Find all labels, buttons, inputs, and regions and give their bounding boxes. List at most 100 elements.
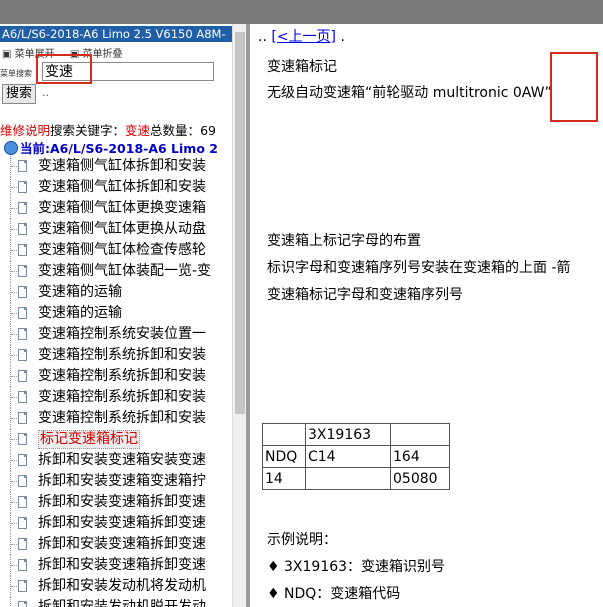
summary-count-label: 总数量：	[150, 123, 201, 138]
tree-connector	[11, 502, 17, 503]
tree-item[interactable]: 变速箱控制系统拆卸和安装	[0, 366, 232, 387]
marking-table: 3X19163 NDQ C14 164 14 05080	[262, 423, 450, 490]
table-row: 14 05080	[262, 467, 450, 490]
tree-item[interactable]: 拆卸和安装变速箱拆卸变速	[0, 513, 232, 534]
section-title: 变速箱标记	[267, 59, 337, 75]
document-icon	[18, 349, 27, 361]
scrollbar-thumb[interactable]	[235, 32, 245, 414]
window-title-bar	[0, 0, 603, 24]
prev-suffix: .	[340, 29, 345, 45]
table-row: 3X19163	[262, 423, 450, 446]
tree-item[interactable]: 拆卸和安装发动机脱开发动	[0, 597, 232, 607]
document-icon	[18, 370, 27, 382]
document-icon	[18, 391, 27, 403]
tree-connector	[11, 187, 17, 188]
tree-item[interactable]: 变速箱控制系统拆卸和安装	[0, 345, 232, 366]
document-icon	[18, 412, 27, 424]
tree-item-label[interactable]: 拆卸和安装变速箱变速箱拧	[38, 471, 206, 492]
document-icon	[18, 307, 27, 319]
table-cell	[390, 423, 450, 446]
tree-connector	[11, 523, 17, 524]
tree-item[interactable]: 变速箱控制系统拆卸和安装	[0, 408, 232, 429]
table-cell	[305, 467, 391, 490]
tree-connector	[11, 292, 17, 293]
tree-item-label[interactable]: 变速箱侧气缸体装配一览-变	[38, 261, 211, 282]
tree-connector	[11, 250, 17, 251]
search-button[interactable]: 搜索	[2, 84, 36, 104]
tree-item[interactable]: 标记变速箱标记	[0, 429, 232, 450]
document-icon	[18, 202, 27, 214]
tree-connector	[11, 229, 17, 230]
highlight-box-code	[550, 52, 598, 122]
search-label: 菜单搜索	[0, 69, 32, 78]
left-scrollbar[interactable]	[232, 24, 247, 607]
tree-item[interactable]: 拆卸和安装变速箱拆卸变速	[0, 555, 232, 576]
tree-connector	[11, 355, 17, 356]
search-summary: 维修说明搜索关键字：变速总数量：69	[0, 120, 216, 139]
tree-item[interactable]: 变速箱侧气缸体拆卸和安装	[0, 177, 232, 198]
tree-item[interactable]: 变速箱侧气缸体装配一览-变	[0, 261, 232, 282]
tree-item-label[interactable]: 拆卸和安装变速箱拆卸变速	[38, 534, 206, 555]
tree-item-label[interactable]: 拆卸和安装发动机将发动机	[38, 576, 206, 597]
summary-middle: 搜索关键字：	[50, 123, 126, 138]
result-tree: 变速箱侧气缸体拆卸和安装 变速箱侧气缸体拆卸和安装 变速箱侧气缸体更换变速箱 变速箱侧…	[0, 156, 232, 607]
globe-icon	[4, 141, 18, 155]
tree-item-label[interactable]: 变速箱控制系统拆卸和安装	[38, 387, 206, 408]
marking-layout-text: 变速箱上标记字母的布置	[267, 233, 421, 249]
current-node-label: 当前:A6/L/S6-2018-A6 Limo 2	[20, 141, 218, 156]
search-dots: ..	[42, 86, 49, 99]
example-title: 示例说明：	[267, 532, 337, 548]
current-node[interactable]: 当前:A6/L/S6-2018-A6 Limo 2	[4, 138, 218, 157]
table-row: NDQ C14 164	[262, 445, 450, 468]
tree-item-label[interactable]: 拆卸和安装变速箱拆卸变速	[38, 513, 206, 534]
tree-connector	[11, 208, 17, 209]
tree-item-label[interactable]: 拆卸和安装变速箱拆卸变速	[38, 555, 206, 576]
tree-connector	[11, 586, 17, 587]
tree-item[interactable]: 变速箱侧气缸体更换从动盘	[0, 219, 232, 240]
tree-item-label[interactable]: 变速箱控制系统拆卸和安装	[38, 408, 206, 429]
tree-item-label[interactable]: 变速箱侧气缸体拆卸和安装	[38, 156, 206, 177]
content-pane: .. [<上一页] . 变速箱标记 无级自动变速箱“前轮驱动 multitron…	[250, 24, 603, 607]
tree-item-label[interactable]: 变速箱控制系统拆卸和安装	[38, 345, 206, 366]
tree-item-label[interactable]: 变速箱侧气缸体更换从动盘	[38, 219, 206, 240]
tree-item-label[interactable]: 拆卸和安装变速箱安装变速	[38, 450, 206, 471]
tree-item[interactable]: 拆卸和安装变速箱安装变速	[0, 450, 232, 471]
tree-connector	[11, 418, 17, 419]
tree-connector	[11, 544, 17, 545]
tree-connector	[11, 439, 17, 440]
tree-item[interactable]: 拆卸和安装变速箱拆卸变速	[0, 492, 232, 513]
document-icon	[18, 286, 27, 298]
tree-item[interactable]: 拆卸和安装变速箱变速箱拧	[0, 471, 232, 492]
tree-item-label[interactable]: 拆卸和安装发动机脱开发动	[38, 597, 206, 607]
tree-item[interactable]: 拆卸和安装发动机将发动机	[0, 576, 232, 597]
tree-item-label[interactable]: 拆卸和安装变速箱拆卸变速	[38, 492, 206, 513]
tree-item[interactable]: 变速箱控制系统拆卸和安装	[0, 387, 232, 408]
tree-item-label[interactable]: 变速箱的运输	[38, 303, 122, 324]
tree-item-label[interactable]: 变速箱控制系统安装位置一	[38, 324, 206, 345]
tree-item-label[interactable]: 标记变速箱标记	[38, 430, 140, 449]
table-cell: NDQ	[262, 445, 306, 468]
tree-item[interactable]: 变速箱的运输	[0, 303, 232, 324]
prev-page-link[interactable]: [<上一页]	[271, 29, 336, 45]
tree-item-label[interactable]: 变速箱侧气缸体更换变速箱	[38, 198, 206, 219]
summary-keyword: 变速	[125, 123, 151, 138]
tree-item[interactable]: 变速箱控制系统安装位置一	[0, 324, 232, 345]
tree-item[interactable]: 变速箱侧气缸体更换变速箱	[0, 198, 232, 219]
tree-item[interactable]: 变速箱侧气缸体拆卸和安装	[0, 156, 232, 177]
tree-item-label[interactable]: 变速箱侧气缸体拆卸和安装	[38, 177, 206, 198]
tree-item[interactable]: 变速箱侧气缸体检查传感轮	[0, 240, 232, 261]
tree-item[interactable]: 拆卸和安装变速箱拆卸变速	[0, 534, 232, 555]
document-icon	[18, 244, 27, 256]
tree-connector	[11, 166, 17, 167]
table-cell: 3X19163	[305, 423, 391, 446]
example-bullet: ♦ 3X19163：变速箱识别号	[267, 559, 446, 575]
document-icon	[18, 559, 27, 571]
document-icon	[18, 160, 27, 172]
tree-item-label[interactable]: 变速箱控制系统拆卸和安装	[38, 366, 206, 387]
tree-item-label[interactable]: 变速箱的运输	[38, 282, 122, 303]
tree-item-label[interactable]: 变速箱侧气缸体检查传感轮	[38, 240, 206, 261]
document-icon	[18, 580, 27, 592]
tree-connector	[11, 376, 17, 377]
document-icon	[18, 517, 27, 529]
tree-item[interactable]: 变速箱的运输	[0, 282, 232, 303]
